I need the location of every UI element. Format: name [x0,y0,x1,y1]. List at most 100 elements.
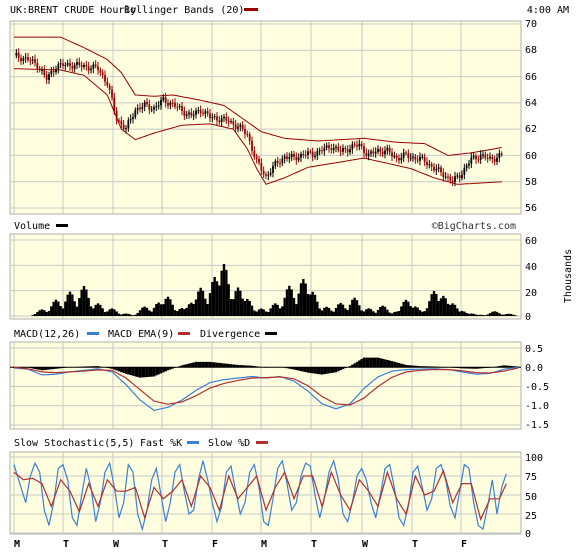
chart-time: 4:00 AM [527,5,569,16]
divergence-bar [125,367,127,374]
volume-bar [241,299,243,316]
candle-body [183,111,185,116]
divergence-bar [388,361,390,368]
volume-bar [407,302,409,316]
volume-bar [146,308,148,316]
candle-body [328,145,330,148]
volume-bar [183,309,185,316]
candle-body [496,158,498,162]
candle-body [90,69,92,71]
divergence-bar [78,367,80,368]
macd-label: MACD(12,26) [14,329,80,340]
divergence-bar [435,367,437,368]
divergence-bar [398,363,400,367]
divergence-bar [113,367,115,369]
candle-body [228,121,230,122]
volume-bar [162,304,164,316]
candle-body [179,106,181,107]
volume-bar [444,298,446,316]
stoch-tick-label: 50 [525,492,537,503]
candle-body [323,148,325,151]
price-tick-label: 60 [525,151,537,162]
volume-bar [69,292,71,316]
candle-body [293,154,295,157]
divergence-legend-swatch [265,332,277,335]
divergence-bar [339,367,341,370]
divergence-bar [456,367,458,368]
divergence-bar [412,366,414,368]
candle-body [370,151,372,153]
x-tick-label: F [461,539,467,550]
volume-bar [80,290,82,316]
divergence-bar [384,359,386,367]
candle-body [459,175,461,177]
volume-bar [244,301,246,316]
divergence-bar [477,367,479,368]
x-tick-label: W [362,539,369,550]
volume-bar [136,313,138,316]
divergence-bar [468,367,470,368]
volume-bar [83,286,85,316]
volume-bar [139,310,141,316]
divergence-bar [192,362,194,367]
candle-body [144,102,146,107]
candle-body [382,152,384,155]
divergence-label: Divergence [200,329,260,340]
candle-body [312,152,314,157]
volume-bar [321,310,323,316]
candle-body [326,145,328,148]
volume-bar [433,291,435,316]
volume-bar [190,303,192,316]
volume-bar [479,315,481,316]
volume-bar [456,308,458,316]
divergence-bar [80,367,82,368]
volume-bar [125,314,127,316]
stoch-tick-label: 25 [525,511,537,522]
candle-body [78,62,80,65]
volume-bar [253,311,255,316]
divergence-bar [400,364,402,368]
candle-body [484,154,486,157]
volume-bar [167,297,169,316]
candle-body [340,150,342,151]
candle-body [316,151,318,156]
candle-body [307,151,309,155]
volume-bar [52,302,54,316]
divergence-bar [162,367,164,372]
candle-body [176,107,178,108]
candle-body [216,116,218,120]
volume-bar [470,313,472,316]
divergence-bar [500,366,502,368]
divergence-bar [36,367,38,369]
divergence-bar [52,367,54,369]
volume-bar [512,315,514,316]
divergence-bar [225,364,227,368]
candle-body [412,157,414,158]
candle-body [335,147,337,148]
candle-body [354,144,356,145]
candle-body [482,154,484,155]
volume-bar [43,310,45,316]
divergence-bar [344,367,346,368]
volume-bar [507,314,509,316]
candle-body [169,103,171,106]
x-tick-label: T [162,539,168,550]
volume-bar [258,309,260,316]
volume-bar [316,302,318,316]
price-tick-label: 68 [525,45,537,56]
divergence-bar [358,360,360,367]
divergence-bar [309,367,311,373]
volume-bar [395,312,397,316]
divergence-bar [108,367,110,368]
divergence-bar [482,367,484,368]
volume-bar [204,299,206,316]
volume-bar [216,281,218,316]
price-tick-label: 62 [525,124,537,135]
volume-bar [393,312,395,316]
candle-body [71,66,73,69]
candle-body [141,107,143,109]
divergence-bar [99,367,101,368]
divergence-bar [409,365,411,367]
divergence-bar [122,367,124,373]
candle-body [106,82,108,86]
